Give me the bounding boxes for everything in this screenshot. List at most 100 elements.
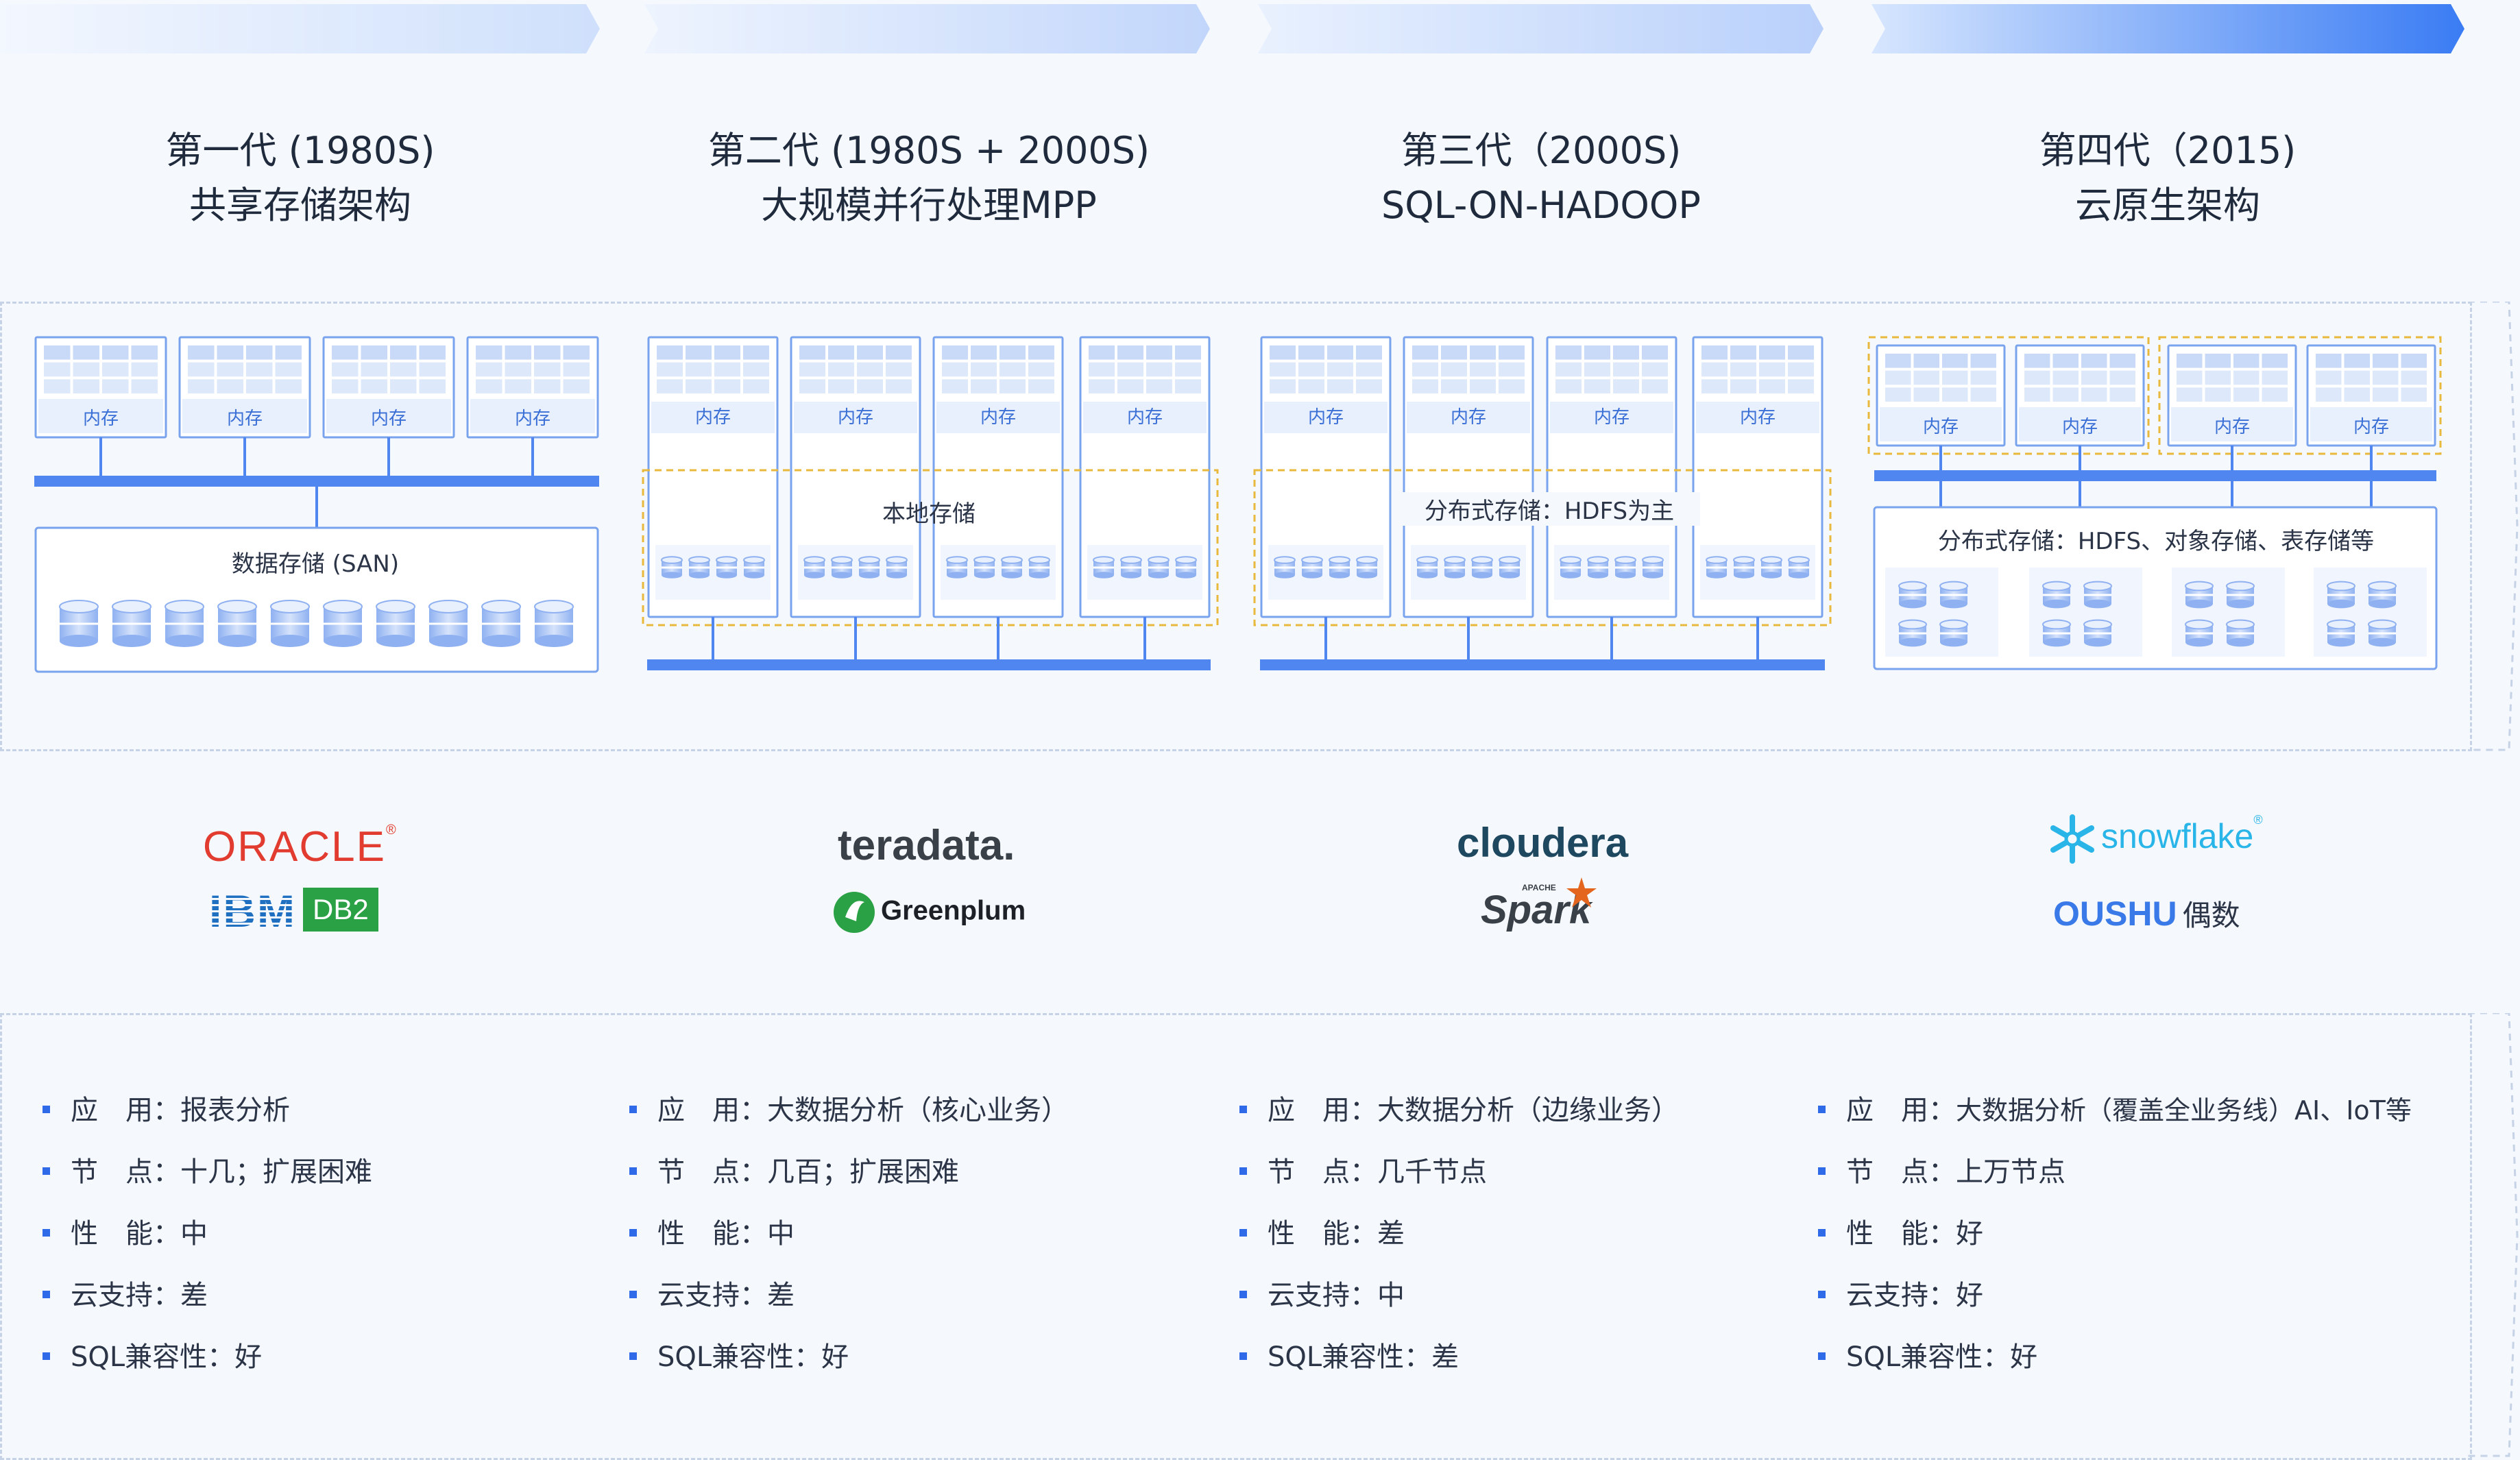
- disk-icon: [1733, 556, 1755, 579]
- memory-cell: [1555, 345, 1582, 360]
- panel-arrow-tip: [2468, 302, 2519, 751]
- memory-cell: [1356, 362, 1382, 377]
- memory-cell: [1175, 345, 1201, 360]
- memory-cell: [1470, 379, 1496, 393]
- memory-cell: [361, 379, 387, 393]
- memory-label: 内存: [1450, 407, 1486, 428]
- memory-cell: [971, 345, 997, 360]
- gen1-features: 应 用：报表分析 节 点：十几；扩展困难 性 能：中 云支持：差 SQL兼容性：…: [43, 1080, 372, 1388]
- disk-icon: [803, 556, 825, 579]
- disk-icon: [1614, 556, 1636, 579]
- arrow-gen3: [1258, 4, 1824, 53]
- memory-cell: [73, 362, 99, 377]
- memory-cell: [1584, 345, 1610, 360]
- gen1-title: 第一代 (1980S) 共享存储架构: [165, 129, 435, 227]
- gen2-storage-label: 本地存储: [882, 500, 976, 528]
- disk-icon: [1898, 581, 1927, 609]
- memory-cell: [1913, 370, 1939, 385]
- memory-cell: [2081, 354, 2107, 368]
- memory-cell: [999, 345, 1026, 360]
- memory-cell: [942, 362, 968, 377]
- memory-cell: [1089, 362, 1115, 377]
- memory-cell: [1441, 362, 1467, 377]
- disk-icon: [323, 600, 363, 647]
- memory-cell: [390, 362, 417, 377]
- disk-icon: [661, 556, 683, 579]
- gen3-storage-label: 分布式存储：HDFS为主: [1398, 492, 1700, 526]
- memory-cell: [2233, 354, 2259, 368]
- gen4-title: 第四代（2015) 云原生架构: [2039, 129, 2297, 227]
- memory-cell: [1613, 345, 1639, 360]
- memory-cell: [361, 345, 387, 360]
- memory-cell: [73, 345, 99, 360]
- disk-icon: [2042, 619, 2071, 647]
- disk-icon: [376, 600, 415, 647]
- memory-cell: [1942, 370, 1968, 385]
- memory-cell: [2109, 370, 2135, 385]
- spark-star-icon: [1566, 877, 1597, 908]
- memory-cell: [1913, 387, 1939, 402]
- feature-item: SQL兼容性：好: [1818, 1326, 2412, 1388]
- memory-cell: [534, 345, 561, 360]
- memory-cell: [1146, 345, 1172, 360]
- memory-cell: [743, 345, 769, 360]
- disk-icon: [2327, 581, 2355, 609]
- memory-cell: [361, 362, 387, 377]
- memory-cell: [188, 379, 215, 393]
- memory-label: 内存: [1739, 407, 1776, 428]
- disk-icon: [59, 600, 99, 647]
- memory-cell: [1885, 354, 1911, 368]
- feature-item: SQL兼容性：好: [43, 1326, 372, 1388]
- memory-cell: [1270, 362, 1296, 377]
- memory-cell: [2052, 387, 2079, 402]
- memory-cell: [857, 345, 883, 360]
- bullet-icon: [1239, 1105, 1247, 1113]
- disk-icon: [1560, 556, 1582, 579]
- disk-icon: [1642, 556, 1664, 579]
- memory-cell: [102, 379, 129, 393]
- memory-cell: [743, 379, 769, 393]
- snowflake-logo: snowflake®: [2046, 813, 2263, 865]
- memory-cell: [44, 362, 71, 377]
- memory-cell: [799, 345, 825, 360]
- memory-cell: [1327, 379, 1353, 393]
- feature-item: 节 点：上万节点: [1818, 1141, 2412, 1203]
- memory-label: 内存: [1126, 407, 1163, 428]
- memory-cell: [505, 362, 531, 377]
- memory-cell: [275, 345, 302, 360]
- memory-label: 内存: [370, 409, 407, 429]
- memory-cell: [188, 362, 215, 377]
- bullet-icon: [43, 1228, 50, 1237]
- memory-cell: [275, 362, 302, 377]
- memory-cell: [1356, 345, 1382, 360]
- disk-icon: [270, 600, 310, 647]
- memory-cell: [563, 379, 590, 393]
- memory-cell: [534, 379, 561, 393]
- memory-cell: [563, 345, 590, 360]
- disk-icon: [1788, 556, 1810, 579]
- disk-icon: [1120, 556, 1142, 579]
- memory-cell: [1701, 345, 1728, 360]
- memory-cell: [476, 379, 502, 393]
- bullet-icon: [629, 1105, 637, 1113]
- bullet-icon: [629, 1290, 637, 1298]
- memory-cell: [2316, 387, 2342, 402]
- disk-icon: [1301, 556, 1323, 579]
- memory-cell: [102, 362, 129, 377]
- memory-cell: [2024, 370, 2050, 385]
- memory-cell: [419, 362, 446, 377]
- greenplum-icon: [834, 892, 875, 933]
- memory-cell: [505, 345, 531, 360]
- memory-cell: [1327, 362, 1353, 377]
- memory-cell: [1730, 362, 1756, 377]
- memory-cell: [1759, 362, 1785, 377]
- feature-item: 性 能：中: [629, 1203, 1069, 1265]
- memory-cell: [131, 379, 158, 393]
- memory-cell: [2344, 387, 2370, 402]
- memory-cell: [2205, 387, 2231, 402]
- memory-label: 内存: [2214, 417, 2250, 437]
- memory-cell: [332, 362, 359, 377]
- feature-item: 应 用：大数据分析（覆盖全业务线）AI、IoT等: [1818, 1080, 2412, 1141]
- memory-cell: [2373, 387, 2399, 402]
- disk-icon: [1148, 556, 1170, 579]
